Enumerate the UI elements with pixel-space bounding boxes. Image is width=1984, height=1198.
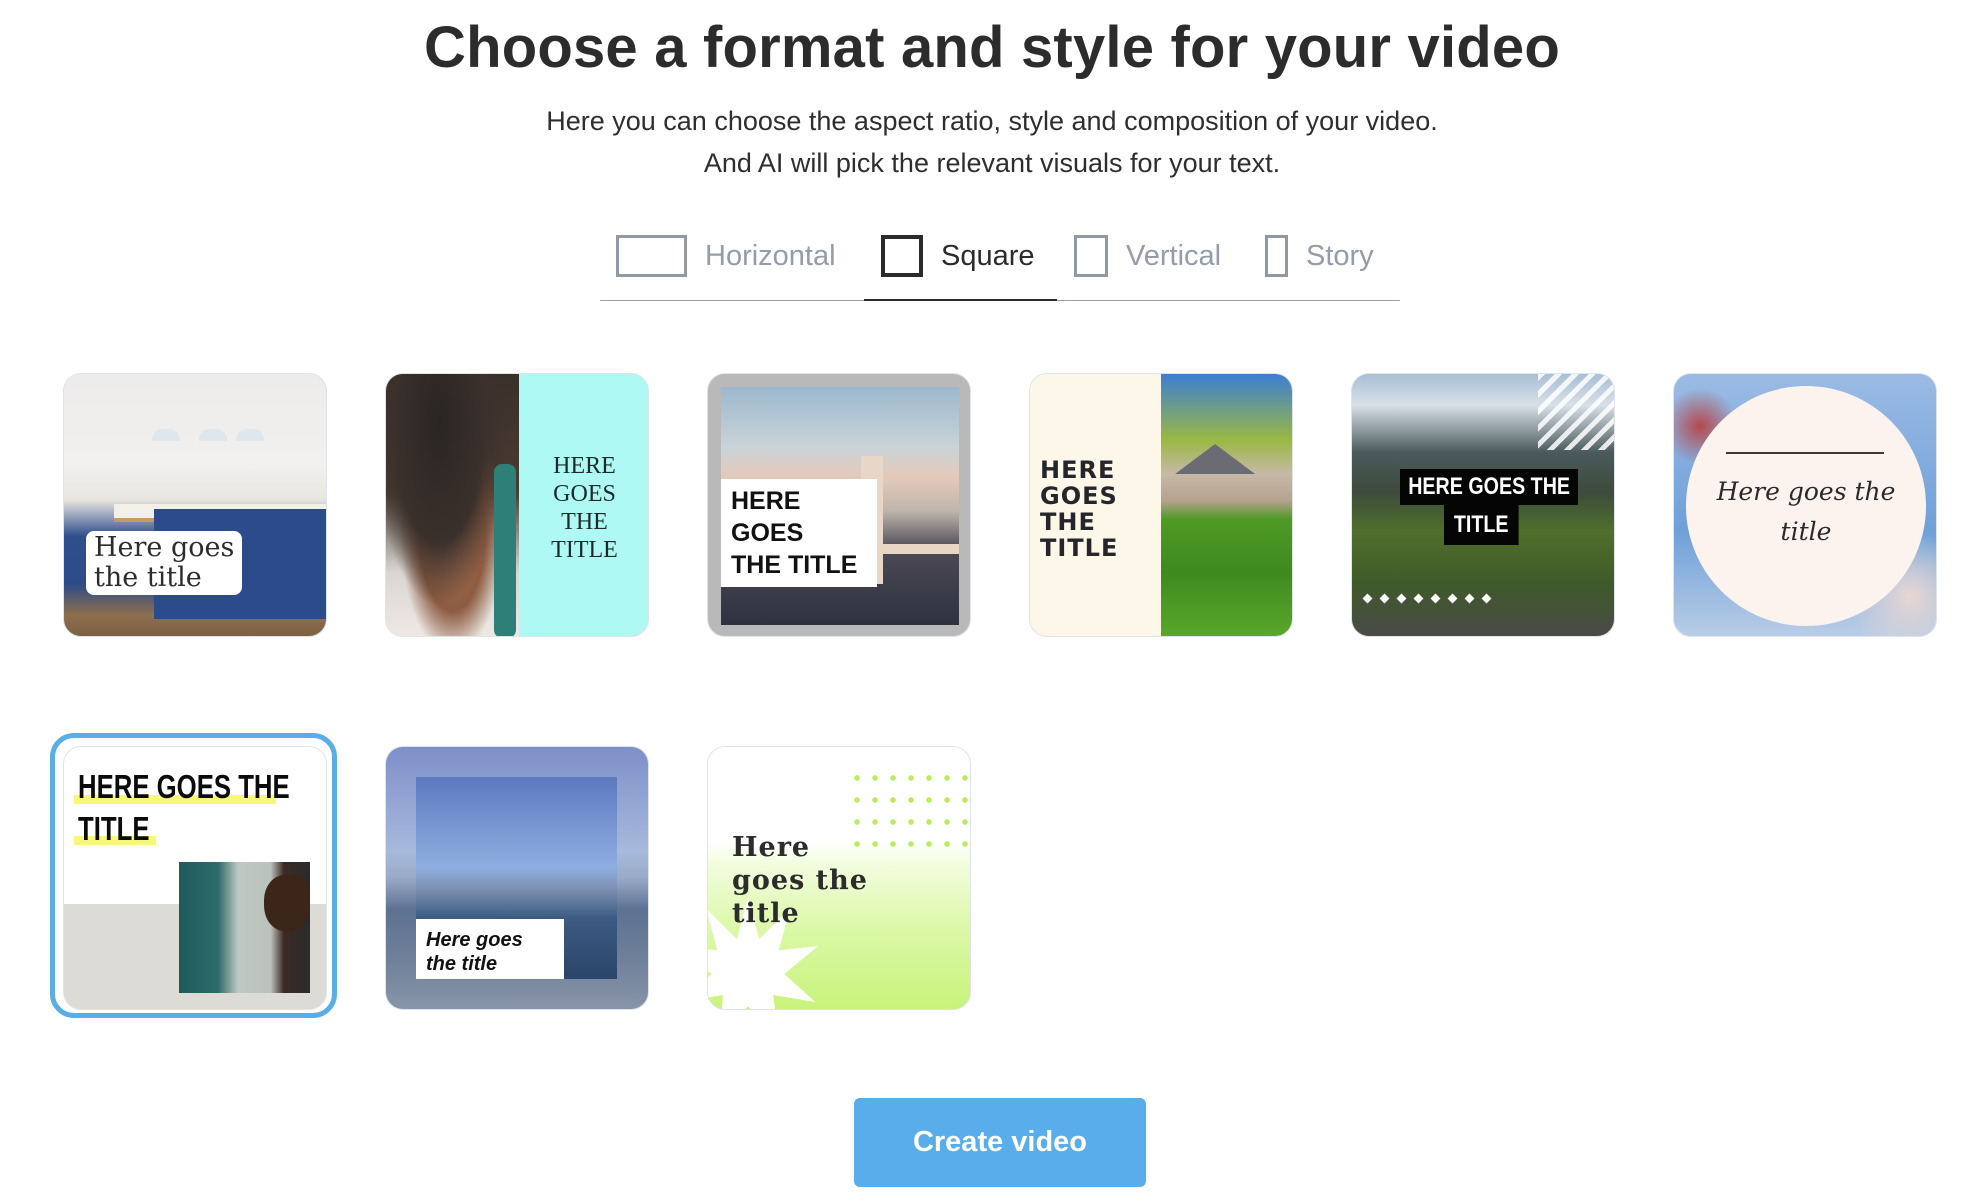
title-line: goes the bbox=[732, 865, 868, 896]
template-title-preview: HERE GOES THE TITLE bbox=[721, 479, 877, 587]
square-frame-icon bbox=[881, 235, 923, 277]
template-title-preview: Here goes the title bbox=[732, 831, 868, 930]
lamp-shape bbox=[199, 429, 227, 441]
template-photo bbox=[1161, 374, 1292, 636]
diamond-dot bbox=[1481, 593, 1492, 604]
title-line: Here goes bbox=[94, 532, 235, 563]
template-title-preview: HERE GOES THE TITLE bbox=[519, 452, 648, 564]
title-line: GOES bbox=[1040, 482, 1118, 510]
diamond-dot bbox=[1413, 593, 1424, 604]
template-card-woman-phone[interactable]: HERE GOES THE TITLE bbox=[385, 373, 649, 637]
template-card-blossom[interactable]: Here goes the title bbox=[1673, 373, 1937, 637]
title-line: Here bbox=[732, 832, 811, 863]
diamond-dot bbox=[1379, 593, 1390, 604]
diamond-dots-decoration bbox=[1362, 593, 1492, 604]
roof-shape bbox=[1175, 444, 1255, 474]
page-subtitle-line-2: And AI will pick the relevant visuals fo… bbox=[703, 148, 1281, 178]
diamond-dot bbox=[1464, 593, 1475, 604]
title-line: TITLE bbox=[78, 810, 150, 847]
rule-line bbox=[1726, 452, 1884, 454]
title-line: title bbox=[732, 898, 800, 929]
tab-label: Vertical bbox=[1126, 239, 1222, 272]
template-title-preview: HERE GOES THE TITLE bbox=[1040, 457, 1118, 561]
title-line: GOES bbox=[553, 481, 616, 507]
diamond-dot bbox=[1430, 593, 1441, 604]
title-line: the title bbox=[94, 562, 202, 593]
tab-label: Story bbox=[1306, 239, 1374, 272]
title-line: HERE bbox=[553, 453, 616, 479]
title-line: HERE GOES bbox=[731, 487, 804, 547]
title-line: THE bbox=[561, 509, 608, 535]
phone-shape bbox=[494, 464, 516, 636]
page-title: Choose a format and style for your video bbox=[424, 15, 1560, 80]
stripes-decoration bbox=[1538, 374, 1614, 450]
template-title-preview: Here goes the title bbox=[416, 919, 564, 979]
title-line: TITLE bbox=[1444, 505, 1519, 545]
create-video-button[interactable]: Create video bbox=[854, 1098, 1146, 1187]
template-card-house[interactable]: HERE GOES THE TITLE bbox=[1029, 373, 1293, 637]
template-card-mountains[interactable]: HERE GOES THE TITLE bbox=[1351, 373, 1615, 637]
title-line: THE bbox=[1040, 508, 1096, 536]
format-tabs: Horizontal Square Vertical Story bbox=[600, 230, 1400, 302]
diamond-dot bbox=[1396, 593, 1407, 604]
horizontal-frame-icon bbox=[616, 235, 687, 277]
title-line: HERE GOES THE bbox=[78, 768, 290, 805]
diamond-dot bbox=[1447, 593, 1458, 604]
title-line: the title bbox=[426, 953, 498, 975]
diamond-dot bbox=[1362, 593, 1373, 604]
title-line: THE TITLE bbox=[731, 551, 858, 579]
title-line: HERE GOES THE bbox=[1400, 469, 1579, 505]
title-line: HERE bbox=[1040, 456, 1116, 484]
title-line: title bbox=[1780, 517, 1832, 546]
lamp-shape bbox=[236, 429, 264, 441]
template-card-man-portrait[interactable]: HERE GOES THE TITLE bbox=[63, 746, 327, 1010]
portrait-head-shape bbox=[264, 875, 310, 931]
lamp-shape bbox=[152, 429, 180, 441]
title-line: Here goes the bbox=[1716, 477, 1896, 506]
template-card-green-starburst[interactable]: Here goes the title bbox=[707, 746, 971, 1010]
tab-story[interactable]: Story bbox=[1265, 235, 1374, 277]
template-card-bridge[interactable]: HERE GOES THE TITLE bbox=[707, 373, 971, 637]
tab-vertical[interactable]: Vertical bbox=[1074, 235, 1221, 277]
template-card-kitchen[interactable]: Here goes the title bbox=[63, 373, 327, 637]
tab-label: Horizontal bbox=[705, 239, 836, 272]
vertical-frame-icon bbox=[1074, 235, 1108, 277]
title-line: Here goes bbox=[426, 929, 523, 951]
tab-horizontal[interactable]: Horizontal bbox=[616, 235, 836, 277]
tab-label: Square bbox=[941, 239, 1035, 272]
template-title-preview: Here goes the title bbox=[86, 531, 243, 595]
template-card-sea[interactable]: Here goes the title bbox=[385, 746, 649, 1010]
story-frame-icon bbox=[1265, 235, 1288, 277]
template-title-preview: Here goes the title bbox=[1694, 472, 1918, 552]
title-line: TITLE bbox=[551, 537, 618, 563]
title-line: TITLE bbox=[1040, 534, 1119, 562]
page-subtitle-line-1: Here you can choose the aspect ratio, st… bbox=[546, 106, 1438, 136]
tab-square[interactable]: Square bbox=[881, 235, 1035, 277]
